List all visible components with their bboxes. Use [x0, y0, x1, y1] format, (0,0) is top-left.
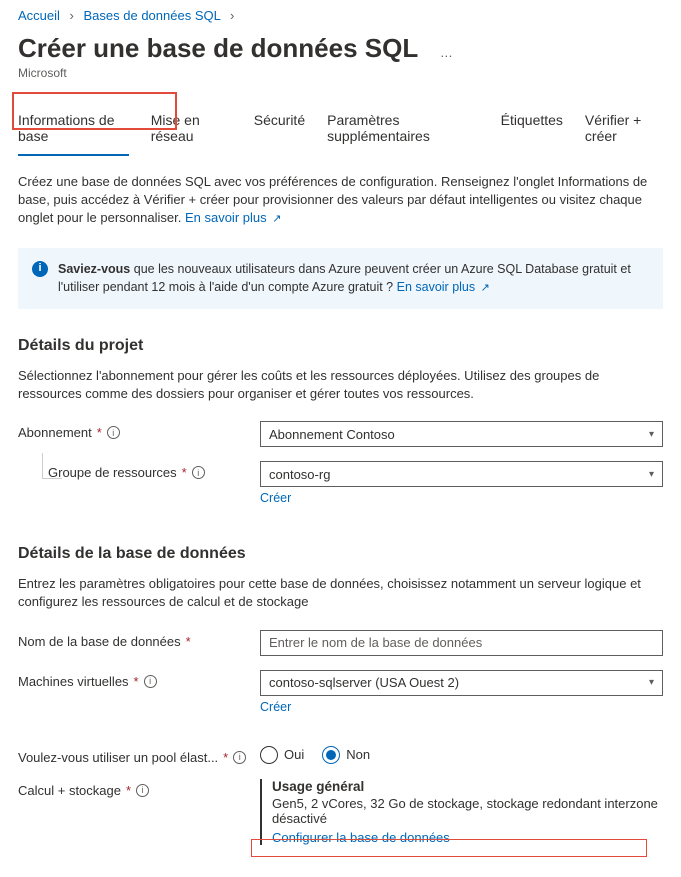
- info-tooltip-icon[interactable]: i: [144, 675, 157, 688]
- learn-more-link[interactable]: En savoir plus ↗: [185, 210, 282, 225]
- tree-connector-icon: [42, 453, 62, 479]
- server-select[interactable]: contoso-sqlserver (USA Ouest 2) ▾: [260, 670, 663, 696]
- breadcrumb-parent[interactable]: Bases de données SQL: [84, 8, 221, 23]
- required-indicator: *: [134, 674, 139, 689]
- page-title: Créer une base de données SQL: [18, 33, 418, 64]
- radio-icon: [322, 746, 340, 764]
- database-name-input[interactable]: [260, 630, 663, 656]
- create-server-link[interactable]: Créer: [260, 700, 663, 714]
- label-resource-group: Groupe de ressources: [48, 465, 177, 480]
- label-database-name: Nom de la base de données: [18, 634, 181, 649]
- tab-security[interactable]: Sécurité: [254, 104, 305, 156]
- section-heading-project: Détails du projet: [18, 337, 663, 355]
- tab-tags[interactable]: Étiquettes: [501, 104, 563, 156]
- resource-group-select[interactable]: contoso-rg ▾: [260, 461, 663, 487]
- radio-pool-no[interactable]: Non: [322, 746, 370, 764]
- breadcrumb-home[interactable]: Accueil: [18, 8, 60, 23]
- info-tooltip-icon[interactable]: i: [136, 784, 149, 797]
- label-elastic-pool: Voulez-vous utiliser un pool élast...: [18, 750, 218, 765]
- required-indicator: *: [223, 750, 228, 765]
- compute-tier-label: Usage général: [272, 779, 663, 794]
- chevron-down-icon: ▾: [649, 677, 654, 688]
- required-indicator: *: [126, 783, 131, 798]
- subscription-select[interactable]: Abonnement Contoso ▾: [260, 421, 663, 447]
- label-subscription: Abonnement: [18, 425, 92, 440]
- external-link-icon: ↗: [481, 282, 490, 294]
- more-actions-icon[interactable]: …: [440, 45, 453, 60]
- label-compute-storage: Calcul + stockage: [18, 783, 121, 798]
- required-indicator: *: [186, 634, 191, 649]
- section-heading-database: Détails de la base de données: [18, 545, 663, 563]
- external-link-icon: ↗: [272, 213, 281, 225]
- section-desc-database: Entrez les paramètres obligatoires pour …: [18, 575, 663, 611]
- field-database-name: Nom de la base de données *: [18, 630, 663, 656]
- radio-icon: [260, 746, 278, 764]
- info-tooltip-icon[interactable]: i: [192, 466, 205, 479]
- intro-text: Créez une base de données SQL avec vos p…: [18, 173, 663, 228]
- field-server: Machines virtuelles * i contoso-sqlserve…: [18, 670, 663, 714]
- required-indicator: *: [182, 465, 187, 480]
- info-banner: i Saviez-vous que les nouveaux utilisate…: [18, 248, 663, 309]
- tab-additional[interactable]: Paramètres supplémentaires: [327, 104, 479, 156]
- label-server: Machines virtuelles: [18, 674, 129, 689]
- tab-review[interactable]: Vérifier + créer: [585, 104, 663, 156]
- required-indicator: *: [97, 425, 102, 440]
- chevron-right-icon: ›: [70, 8, 74, 23]
- info-icon: i: [32, 261, 48, 277]
- field-subscription: Abonnement * i Abonnement Contoso ▾: [18, 421, 663, 447]
- compute-detail-text: Gen5, 2 vCores, 32 Go de stockage, stock…: [272, 796, 663, 826]
- annotation-highlight-tab: [12, 92, 177, 130]
- section-desc-project: Sélectionnez l'abonnement pour gérer les…: [18, 367, 663, 403]
- info-tooltip-icon[interactable]: i: [233, 751, 246, 764]
- info-tooltip-icon[interactable]: i: [107, 426, 120, 439]
- chevron-down-icon: ▾: [649, 429, 654, 440]
- chevron-right-icon: ›: [230, 8, 234, 23]
- field-compute-storage: Calcul + stockage * i Usage général Gen5…: [18, 779, 663, 845]
- chevron-down-icon: ▾: [649, 469, 654, 480]
- radio-pool-yes[interactable]: Oui: [260, 746, 304, 764]
- annotation-highlight-configure: [251, 839, 647, 857]
- page-subtitle: Microsoft: [18, 66, 663, 80]
- create-resource-group-link[interactable]: Créer: [260, 491, 663, 505]
- breadcrumb: Accueil › Bases de données SQL ›: [18, 8, 663, 23]
- field-elastic-pool: Voulez-vous utiliser un pool élast... * …: [18, 746, 663, 765]
- infobox-learn-more-link[interactable]: En savoir plus ↗: [397, 280, 490, 294]
- field-resource-group: Groupe de ressources * i contoso-rg ▾ Cr…: [18, 461, 663, 505]
